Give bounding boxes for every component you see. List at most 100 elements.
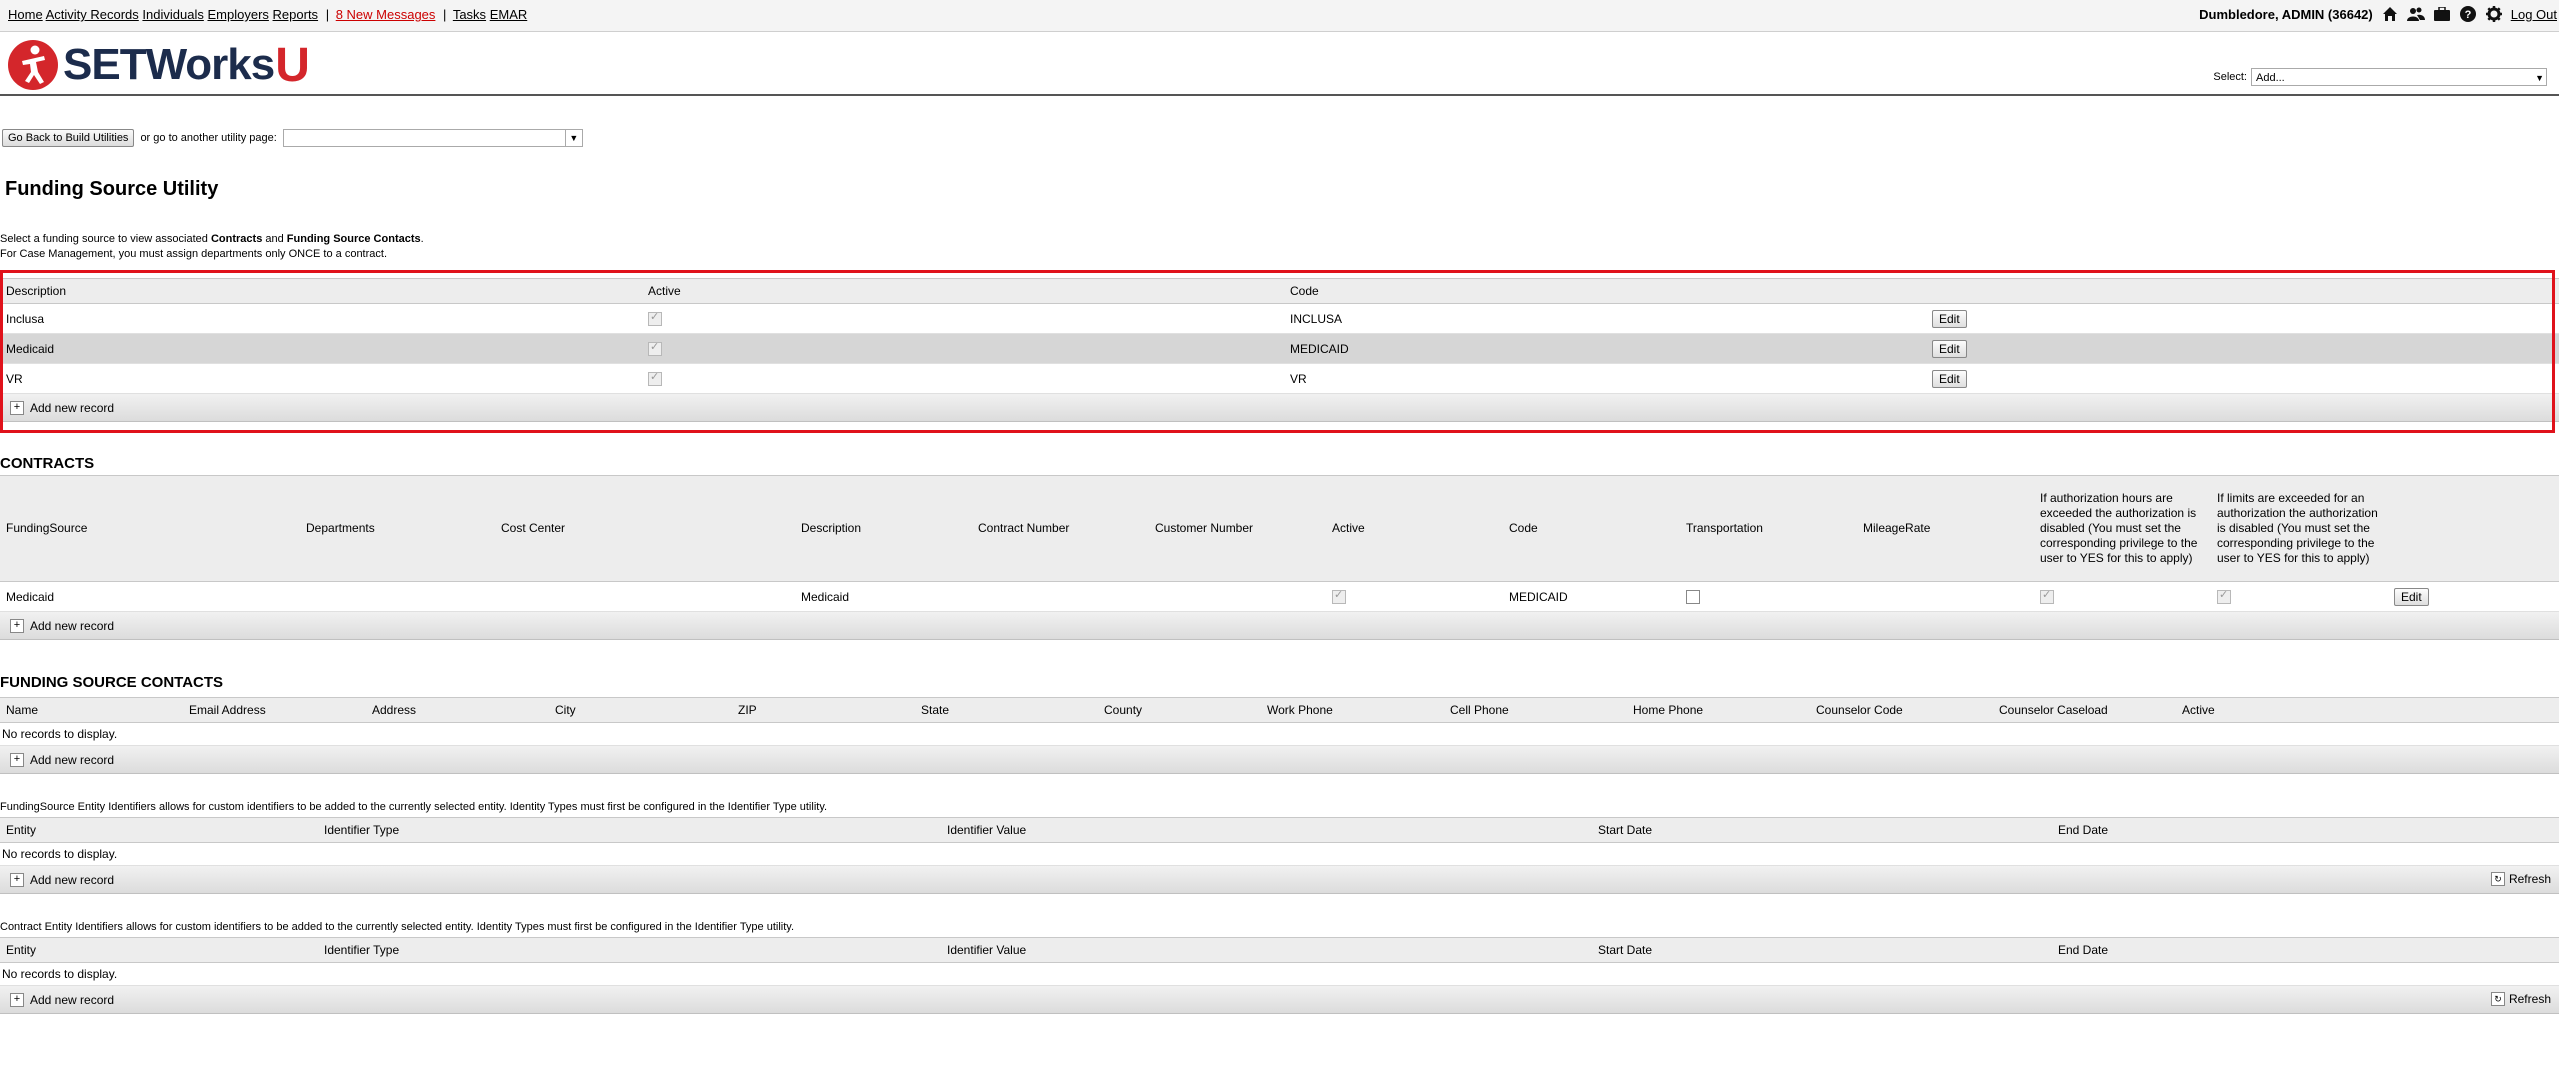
column-header-code[interactable]: Code (1284, 278, 1926, 304)
column-header-funding-source[interactable]: FundingSource (0, 475, 300, 582)
add-new-record-link[interactable]: Add new record (30, 753, 114, 767)
add-dropdown-value: Add... (2256, 72, 2285, 84)
row-cost-center (495, 581, 795, 612)
logout-link[interactable]: Log Out (2511, 7, 2557, 22)
column-header-active[interactable]: Active (2176, 697, 2559, 723)
intro-note: For Case Management, you must assign dep… (0, 248, 388, 260)
column-header-active[interactable]: Active (642, 278, 1284, 304)
column-header-identifier-value[interactable]: Identifier Value (941, 817, 1592, 843)
edit-button[interactable]: Edit (2394, 587, 2429, 606)
table-row[interactable]: Medicaid MEDICAID Edit (0, 333, 2559, 364)
column-header-departments[interactable]: Departments (300, 475, 495, 582)
column-header-home-phone[interactable]: Home Phone (1627, 697, 1810, 723)
plus-icon[interactable]: + (10, 400, 24, 415)
no-records-message: No records to display. (0, 723, 2559, 746)
column-header-description[interactable]: Description (795, 475, 972, 582)
column-header-county[interactable]: County (1098, 697, 1261, 723)
column-header-description[interactable]: Description (0, 278, 642, 304)
column-header-code[interactable]: Code (1503, 475, 1680, 582)
refresh-button[interactable]: ↻ Refresh (2490, 992, 2551, 1006)
column-header-auth-limits[interactable]: If limits are exceeded for an authorizat… (2211, 475, 2388, 582)
nav-reports-link[interactable]: Reports (273, 7, 319, 22)
column-header-identifier-type[interactable]: Identifier Type (318, 817, 941, 843)
refresh-label: Refresh (2508, 872, 2551, 886)
table-row[interactable]: Medicaid Medicaid MEDICAID Edit (0, 581, 2559, 612)
contracts-grid: FundingSource Departments Cost Center De… (0, 475, 2559, 640)
go-back-button[interactable]: Go Back to Build Utilities (2, 129, 135, 147)
utility-page-select[interactable]: ▼ (282, 129, 583, 147)
column-header-start-date[interactable]: Start Date (1592, 817, 2052, 843)
chevron-down-icon: ▼ (2535, 73, 2544, 83)
column-header-counselor-caseload[interactable]: Counselor Caseload (1993, 697, 2176, 723)
column-header-work-phone[interactable]: Work Phone (1261, 697, 1444, 723)
column-header-cell-phone[interactable]: Cell Phone (1444, 697, 1627, 723)
nav-messages-link[interactable]: 8 New Messages (336, 7, 436, 22)
table-row[interactable]: Inclusa INCLUSA Edit (0, 303, 2559, 334)
gear-icon[interactable] (2485, 5, 2503, 23)
nav-activity-records-link[interactable]: Activity Records (46, 7, 139, 22)
home-icon[interactable] (2381, 5, 2399, 23)
row-active (642, 303, 1284, 334)
add-new-record-link[interactable]: Add new record (30, 401, 114, 415)
row-description: Medicaid (795, 581, 972, 612)
briefcase-icon[interactable] (2433, 5, 2451, 23)
setworks-logo[interactable]: SETWorks U (7, 38, 310, 92)
page-title: Funding Source Utility (5, 178, 219, 200)
column-header-auth-hours[interactable]: If authorization hours are exceeded the … (2034, 475, 2211, 582)
help-icon[interactable]: ? (2459, 5, 2477, 23)
column-header-transportation[interactable]: Transportation (1680, 475, 1857, 582)
nav-emar-link[interactable]: EMAR (490, 7, 528, 22)
fs-identifiers-note: FundingSource Entity Identifiers allows … (0, 801, 828, 813)
active-checkbox (648, 340, 662, 356)
edit-button[interactable]: Edit (1932, 309, 1967, 328)
column-header-start-date[interactable]: Start Date (1592, 937, 2052, 963)
nav-home-link[interactable]: Home (8, 7, 43, 22)
column-header-city[interactable]: City (549, 697, 732, 723)
column-header-name[interactable]: Name (0, 697, 183, 723)
nav-individuals-link[interactable]: Individuals (142, 7, 203, 22)
plus-icon[interactable]: + (10, 872, 24, 887)
column-header-customer-number[interactable]: Customer Number (1149, 475, 1326, 582)
column-header-end-date[interactable]: End Date (2052, 817, 2559, 843)
column-header-contract-number[interactable]: Contract Number (972, 475, 1149, 582)
column-header-state[interactable]: State (915, 697, 1098, 723)
plus-icon[interactable]: + (10, 752, 24, 767)
column-header-entity[interactable]: Entity (0, 817, 318, 843)
nav-employers-link[interactable]: Employers (207, 7, 268, 22)
column-header-end-date[interactable]: End Date (2052, 937, 2559, 963)
refresh-button[interactable]: ↻ Refresh (2490, 872, 2551, 886)
column-header-identifier-value[interactable]: Identifier Value (941, 937, 1592, 963)
logo-u: U (275, 38, 310, 92)
users-icon[interactable] (2406, 5, 2425, 23)
column-header-address[interactable]: Address (366, 697, 549, 723)
row-actions: Edit (1926, 363, 2559, 394)
column-header-active[interactable]: Active (1326, 475, 1503, 582)
nav-separator: | (325, 7, 330, 22)
edit-button[interactable]: Edit (1932, 339, 1967, 358)
column-header-counselor-code[interactable]: Counselor Code (1810, 697, 1993, 723)
column-header-zip[interactable]: ZIP (732, 697, 915, 723)
table-row[interactable]: VR VR Edit (0, 363, 2559, 394)
nav-separator: | (443, 7, 447, 22)
edit-button[interactable]: Edit (1932, 369, 1967, 388)
row-code: VR (1284, 363, 1926, 394)
add-dropdown[interactable]: Add... ▼ (2251, 68, 2547, 86)
add-new-record-link[interactable]: Add new record (30, 993, 114, 1007)
add-new-record-link[interactable]: Add new record (30, 619, 114, 633)
column-header-cost-center[interactable]: Cost Center (495, 475, 795, 582)
refresh-icon: ↻ (2490, 992, 2505, 1006)
column-header-mileage-rate[interactable]: MileageRate (1857, 475, 2034, 582)
column-header-entity[interactable]: Entity (0, 937, 318, 963)
row-active (642, 333, 1284, 364)
plus-icon[interactable]: + (10, 618, 24, 633)
intro-text-part: . (420, 233, 424, 245)
plus-icon[interactable]: + (10, 992, 24, 1007)
nav-tasks-link[interactable]: Tasks (453, 7, 486, 22)
contracts-title: CONTRACTS (0, 455, 95, 472)
column-header-email[interactable]: Email Address (183, 697, 366, 723)
row-code: MEDICAID (1284, 333, 1926, 364)
column-header-identifier-type[interactable]: Identifier Type (318, 937, 941, 963)
add-new-record-link[interactable]: Add new record (30, 873, 114, 887)
row-description: Medicaid (0, 333, 642, 364)
add-record-bar: + Add new record ↻ Refresh (0, 866, 2559, 894)
